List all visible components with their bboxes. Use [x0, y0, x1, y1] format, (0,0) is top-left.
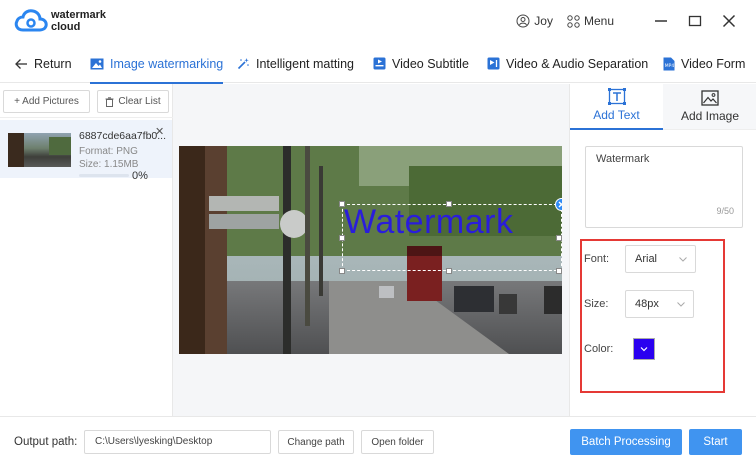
- minimize-button[interactable]: [652, 12, 670, 30]
- size-value: 48px: [635, 298, 659, 310]
- file-name: 6887cde6aa7fb0...: [79, 130, 166, 142]
- menu-label: Menu: [583, 14, 614, 28]
- tab-intelligent-matting[interactable]: Intelligent matting: [237, 44, 354, 83]
- batch-processing-label: Batch Processing: [581, 436, 671, 448]
- logo-line-2: cloud: [51, 21, 81, 33]
- font-label: Font:: [584, 253, 610, 265]
- clear-list-label: Clear List: [118, 96, 161, 107]
- chevron-down-icon: [640, 347, 648, 352]
- tab-label: Return: [34, 56, 72, 71]
- tab-label: Add Image: [680, 109, 740, 123]
- watermark-text-value: Watermark: [596, 153, 650, 165]
- color-picker[interactable]: [633, 338, 655, 360]
- tab-video-subtitle[interactable]: Video Subtitle: [373, 44, 469, 83]
- file-progress-text: 0%: [132, 170, 148, 182]
- change-path-label: Change path: [287, 436, 345, 448]
- output-path-field[interactable]: C:\Users\lyesking\Desktop: [84, 430, 271, 454]
- video-format-icon: MP4: [663, 57, 675, 70]
- font-select[interactable]: Arial: [625, 245, 696, 273]
- maximize-icon: [688, 15, 702, 27]
- remove-watermark-icon[interactable]: [555, 198, 562, 211]
- cloud-logo-icon: [14, 9, 48, 32]
- file-thumbnail: [8, 133, 71, 167]
- tab-label: Video Form: [681, 56, 746, 71]
- tab-label: Intelligent matting: [256, 56, 354, 71]
- open-folder-label: Open folder: [371, 436, 424, 448]
- feature-tab-bar: Return Image watermarking Intelligent ma…: [0, 44, 756, 84]
- list-item[interactable]: 6887cde6aa7fb0... Format: PNG Size: 1.15…: [0, 120, 172, 182]
- title-bar: watermark cloud Joy Menu: [0, 0, 756, 44]
- preview-image: Watermark: [179, 146, 562, 354]
- close-icon: [722, 14, 736, 28]
- image-icon: [90, 58, 104, 69]
- bottom-action-bar: Output path: C:\Users\lyesking\Desktop C…: [0, 416, 756, 466]
- add-pictures-button[interactable]: + Add Pictures: [3, 90, 90, 113]
- remove-file-icon[interactable]: ✕: [155, 125, 164, 138]
- resize-handle[interactable]: [556, 235, 562, 241]
- tab-label: Add Text: [593, 108, 640, 122]
- output-path-label: Output path:: [14, 436, 78, 448]
- color-label: Color:: [584, 343, 614, 355]
- trash-icon: [105, 96, 114, 107]
- audio-separation-icon: [487, 57, 500, 70]
- tab-add-image[interactable]: Add Image: [663, 84, 756, 130]
- tab-label: Image watermarking: [110, 56, 224, 71]
- preview-canvas: Watermark: [173, 84, 569, 416]
- file-list-toolbar: + Add Pictures Clear List: [0, 84, 173, 118]
- user-account[interactable]: Joy: [516, 14, 553, 28]
- user-name: Joy: [534, 14, 553, 28]
- start-label: Start: [703, 436, 728, 448]
- watermark-settings-panel: Add Text Add Image Watermark 9/50 Font: …: [569, 84, 756, 416]
- resize-handle[interactable]: [446, 268, 452, 274]
- font-value: Arial: [635, 253, 658, 265]
- resize-handle[interactable]: [446, 201, 452, 207]
- video-subtitle-icon: [373, 57, 386, 70]
- logo-line-1: watermark: [51, 9, 107, 21]
- open-folder-button[interactable]: Open folder: [361, 430, 434, 454]
- file-progress-bar: [79, 174, 129, 177]
- resize-handle[interactable]: [339, 235, 345, 241]
- menu-button[interactable]: Menu: [567, 14, 614, 28]
- file-format: Format: PNG: [79, 146, 138, 157]
- resize-handle[interactable]: [339, 268, 345, 274]
- svg-text:MP4: MP4: [665, 63, 675, 69]
- minimize-icon: [655, 20, 667, 22]
- image-icon: [701, 90, 719, 106]
- resize-handle[interactable]: [339, 201, 345, 207]
- arrow-left-icon: [15, 58, 27, 69]
- text-icon: [607, 88, 626, 105]
- tab-return[interactable]: Return: [15, 44, 72, 83]
- chevron-down-icon: [679, 257, 687, 262]
- watermark-text-preview[interactable]: Watermark: [344, 203, 513, 242]
- app-logo-text: watermark cloud: [51, 9, 106, 33]
- resize-handle[interactable]: [556, 268, 562, 274]
- chevron-down-icon: [677, 302, 685, 307]
- file-list-panel: + Add Pictures Clear List 6887cde6aa7fb0…: [0, 84, 173, 416]
- tab-video-audio-separation[interactable]: Video & Audio Separation: [487, 44, 648, 83]
- clear-list-button[interactable]: Clear List: [97, 90, 169, 113]
- watermark-text-input[interactable]: Watermark 9/50: [585, 146, 743, 228]
- user-icon: [516, 14, 530, 28]
- size-label: Size:: [584, 298, 609, 310]
- file-size: Size: 1.15MB: [79, 159, 139, 170]
- batch-processing-button[interactable]: Batch Processing: [570, 429, 682, 455]
- add-pictures-label: + Add Pictures: [14, 96, 79, 107]
- character-counter: 9/50: [716, 206, 734, 216]
- close-button[interactable]: [720, 12, 738, 30]
- tab-image-watermarking[interactable]: Image watermarking: [90, 44, 224, 84]
- maximize-button[interactable]: [686, 12, 704, 30]
- tab-label: Video & Audio Separation: [506, 56, 649, 71]
- tab-video-format[interactable]: MP4 Video Form: [663, 44, 745, 83]
- magic-wand-icon: [237, 58, 249, 70]
- tab-label: Video Subtitle: [392, 56, 469, 71]
- grid-icon: [567, 14, 580, 28]
- tab-add-text[interactable]: Add Text: [570, 84, 663, 130]
- start-button[interactable]: Start: [689, 429, 742, 455]
- size-select[interactable]: 48px: [625, 290, 694, 318]
- change-path-button[interactable]: Change path: [278, 430, 354, 454]
